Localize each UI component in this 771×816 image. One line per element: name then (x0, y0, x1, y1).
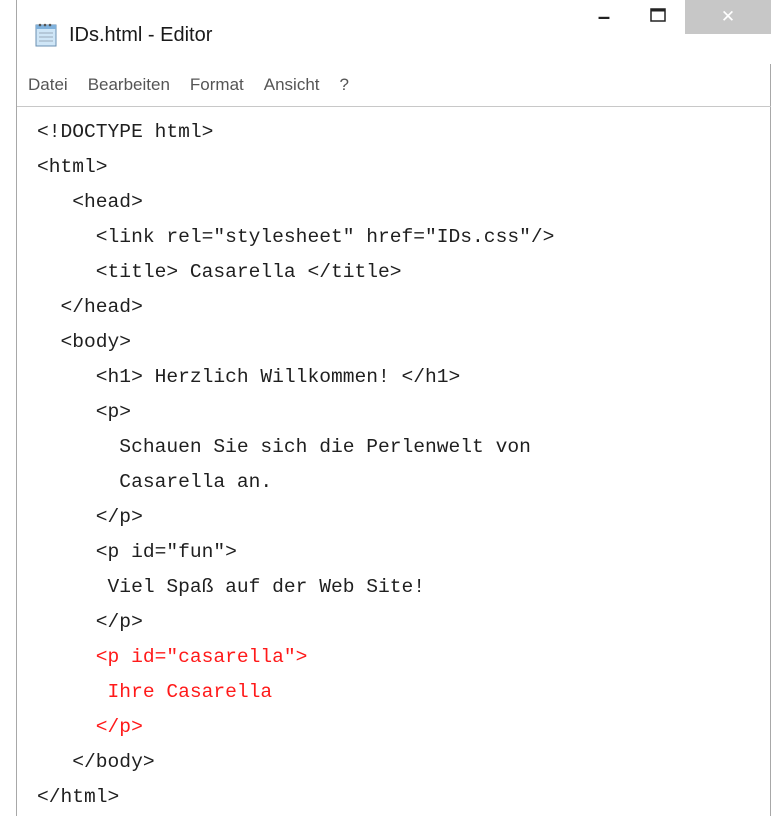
code-line: </p> (37, 611, 143, 633)
notepad-window: IDs.html - Editor – ✕ Datei Bearbeiten F… (16, 0, 771, 816)
menu-bar: Datei Bearbeiten Format Ansicht ? (17, 70, 771, 100)
minimize-button[interactable]: – (577, 0, 631, 34)
maximize-button[interactable] (631, 0, 685, 34)
code-line: </head> (37, 296, 143, 318)
close-button[interactable]: ✕ (685, 0, 771, 34)
maximize-icon (650, 7, 666, 27)
code-line: <title> Casarella </title> (37, 261, 402, 283)
code-line-highlighted: </p> (37, 716, 143, 738)
code-line: </body> (37, 751, 155, 773)
menu-help[interactable]: ? (337, 73, 352, 97)
menu-format[interactable]: Format (187, 73, 247, 97)
code-line: <link rel="stylesheet" href="IDs.css"/> (37, 226, 555, 248)
window-title: IDs.html - Editor (69, 24, 213, 46)
menu-datei[interactable]: Datei (25, 73, 71, 97)
code-line: Viel Spaß auf der Web Site! (37, 576, 426, 598)
code-line: Schauen Sie sich die Perlenwelt von (37, 436, 531, 458)
code-line: </p> (37, 506, 143, 528)
minimize-icon: – (597, 4, 611, 29)
code-line-highlighted: <p id="casarella"> (37, 646, 308, 668)
code-line-highlighted: Ihre Casarella (37, 681, 273, 703)
code-line: <!DOCTYPE html> (37, 121, 214, 143)
code-line: </html> (37, 786, 120, 808)
text-editor-area[interactable]: <!DOCTYPE html> <html> <head> <link rel=… (17, 106, 771, 816)
code-line: Casarella an. (37, 471, 273, 493)
code-line: <h1> Herzlich Willkommen! </h1> (37, 366, 461, 388)
title-bar[interactable]: IDs.html - Editor – ✕ (17, 0, 771, 64)
code-line: <p id="fun"> (37, 541, 237, 563)
code-line: <p> (37, 401, 132, 423)
menu-ansicht[interactable]: Ansicht (261, 73, 323, 97)
notepad-icon (33, 22, 59, 48)
code-line: <head> (37, 191, 143, 213)
code-line: <html> (37, 156, 108, 178)
menu-bearbeiten[interactable]: Bearbeiten (85, 73, 173, 97)
close-icon: ✕ (720, 7, 736, 27)
code-line: <body> (37, 331, 132, 353)
